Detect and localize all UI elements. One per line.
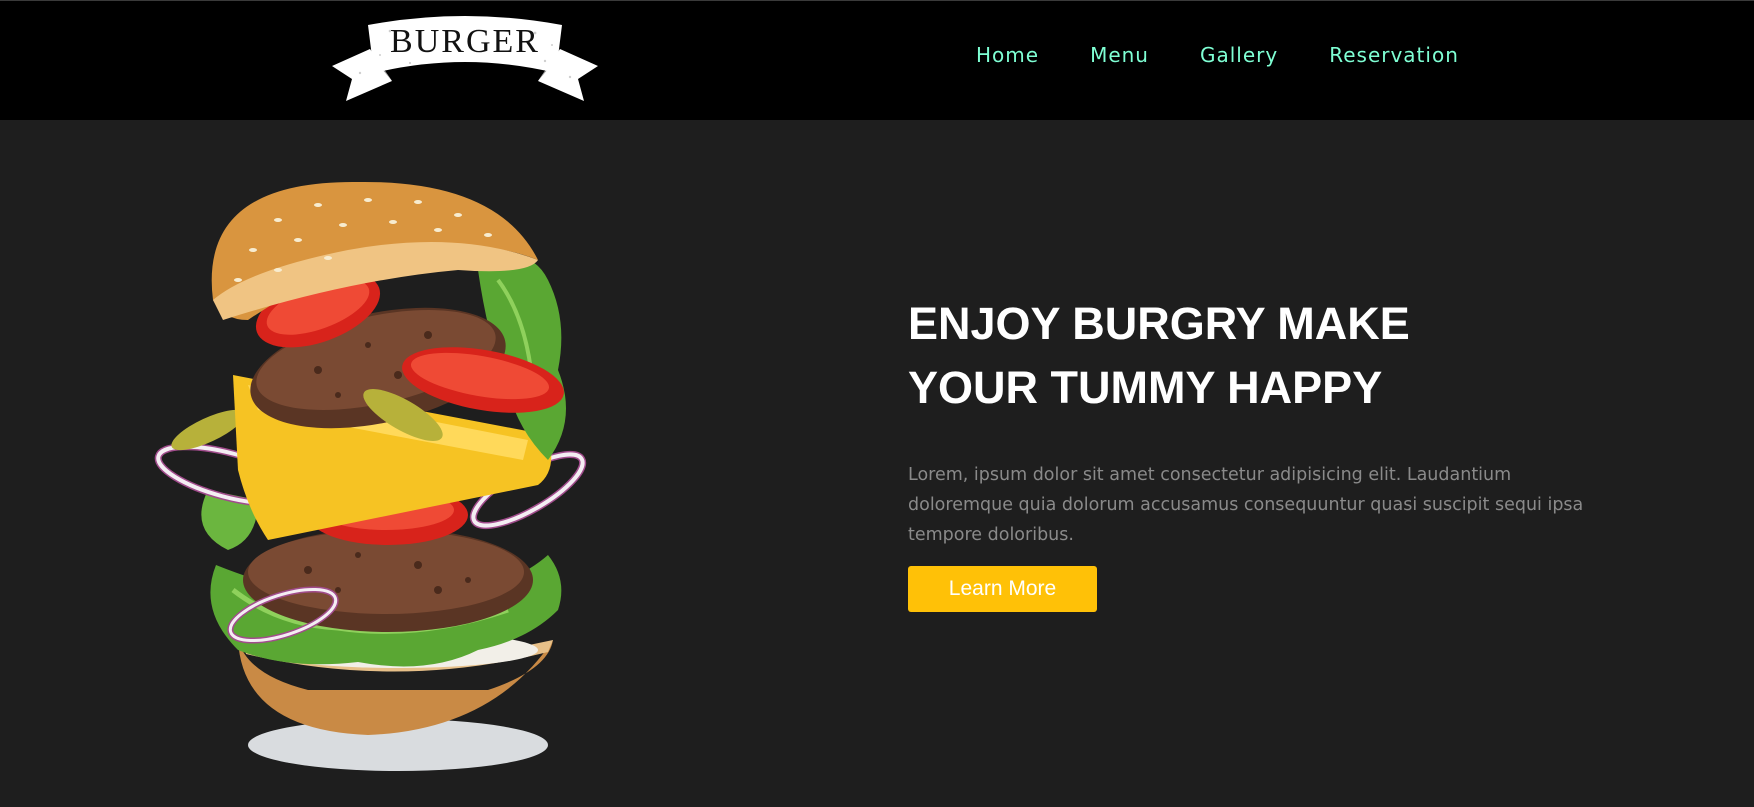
main-nav: Home Menu Gallery Reservation: [976, 41, 1510, 69]
burger-image: [128, 170, 648, 780]
nav-link-reservation[interactable]: Reservation: [1329, 41, 1459, 69]
hero-content: ENJOY BURGRY MAKE YOUR TUMMY HAPPY Lorem…: [908, 292, 1628, 612]
page: BURGER Home Menu Gallery Reservation ENJ…: [0, 0, 1754, 807]
logo[interactable]: BURGER: [330, 11, 600, 111]
hero-headline-line-1: ENJOY BURGRY MAKE: [908, 298, 1410, 349]
nav-link-home[interactable]: Home: [976, 41, 1039, 69]
hero-description: Lorem, ipsum dolor sit amet consectetur …: [908, 465, 1584, 545]
hero-headline-line-2: YOUR TUMMY HAPPY: [908, 362, 1383, 413]
logo-text: BURGER: [390, 23, 540, 60]
nav-link-menu[interactable]: Menu: [1090, 41, 1149, 69]
header: BURGER Home Menu Gallery Reservation: [0, 0, 1754, 120]
hero-headline: ENJOY BURGRY MAKE YOUR TUMMY HAPPY: [908, 292, 1468, 420]
learn-more-button[interactable]: Learn More: [908, 566, 1097, 612]
nav-link-gallery[interactable]: Gallery: [1200, 41, 1278, 69]
